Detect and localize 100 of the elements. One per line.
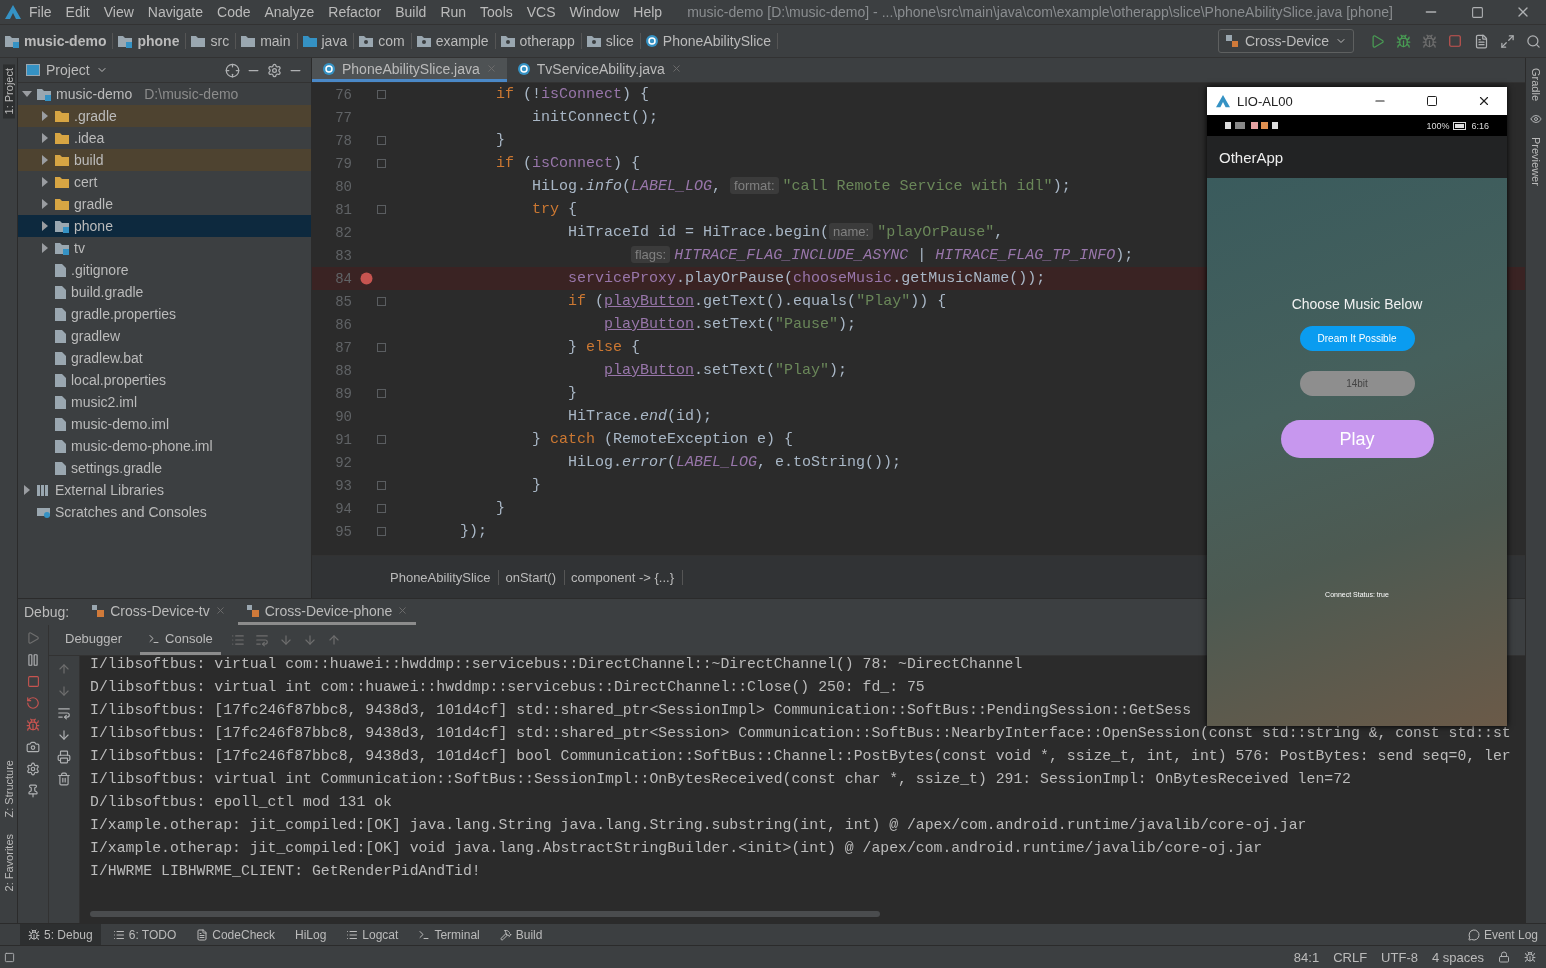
breadcrumb[interactable]: slice [585, 33, 641, 49]
tree-item[interactable]: music-demo D:\music-demo [18, 83, 311, 105]
menu-item[interactable]: Navigate [140, 4, 211, 20]
tool-window-tab[interactable]: 2: Favorites [2, 829, 15, 895]
menu-item[interactable]: VCS [519, 4, 563, 20]
rerun-icon[interactable] [26, 696, 40, 710]
tree-item[interactable]: build.gradle [18, 281, 311, 303]
up-icon[interactable] [57, 662, 71, 676]
status-item[interactable]: 4 spaces [1431, 949, 1484, 965]
tree-item[interactable]: .gitignore [18, 259, 311, 281]
tree-item[interactable]: music-demo-phone.iml [18, 435, 311, 457]
menu-item[interactable]: Analyze [257, 4, 322, 20]
panel-title[interactable]: Project [46, 62, 90, 78]
tool-window-tab[interactable]: 1: Project [2, 64, 15, 119]
search-icon[interactable] [1525, 33, 1541, 49]
tool-window-button[interactable]: Build [491, 924, 551, 945]
camera-icon[interactable] [26, 740, 40, 754]
scrollbar[interactable] [90, 911, 880, 917]
tree-item[interactable]: .gradle [18, 105, 311, 127]
menu-item[interactable]: Build [388, 4, 434, 20]
menu-icon[interactable] [230, 633, 245, 647]
editor-tab[interactable]: TvServiceAbility.java [506, 58, 692, 82]
pause-icon[interactable] [26, 653, 40, 667]
status-item[interactable]: 84:1 [1293, 949, 1320, 965]
code-breadcrumb[interactable]: component -> {...} [571, 569, 683, 585]
debug-subtab[interactable]: Debugger [57, 625, 131, 655]
code-breadcrumb[interactable]: onStart() [505, 569, 566, 585]
fold-icon[interactable] [377, 205, 386, 214]
run-icon[interactable] [1369, 33, 1385, 49]
expand-arrow-icon[interactable] [22, 485, 32, 495]
fold-icon[interactable] [377, 435, 386, 444]
tool-window-button[interactable]: 5: Debug [20, 924, 101, 945]
tree-item[interactable]: External Libraries [18, 479, 311, 501]
tool-window-tab[interactable]: Gradle [1530, 64, 1542, 106]
menu-item[interactable]: Window [562, 4, 627, 20]
debug-session-tab[interactable]: Cross-Device-phone [237, 599, 417, 625]
fold-icon[interactable] [377, 136, 386, 145]
menu-item[interactable]: Run [433, 4, 474, 20]
tool-window-button[interactable]: Terminal [410, 924, 488, 945]
tree-item[interactable]: build [18, 149, 311, 171]
tree-item[interactable]: music2.iml [18, 391, 311, 413]
fold-icon[interactable] [377, 159, 386, 168]
breadcrumb[interactable]: PhoneAbilitySlice [644, 33, 779, 49]
soft-wrap-icon[interactable] [57, 706, 71, 720]
breadcrumb[interactable]: music-demo [4, 33, 114, 49]
editor-tab[interactable]: PhoneAbilitySlice.java [312, 58, 507, 82]
expand-arrow-icon[interactable] [40, 111, 50, 121]
fold-icon[interactable] [377, 343, 386, 352]
run-configuration-dropdown[interactable]: Cross-Device [1218, 29, 1354, 53]
breadcrumb[interactable]: java [301, 33, 355, 49]
debug-icon[interactable] [1395, 33, 1411, 49]
expand-arrow-icon[interactable] [40, 133, 50, 143]
code-breadcrumb[interactable]: PhoneAbilitySlice [390, 569, 500, 585]
event-log-button[interactable]: Event Log [1459, 924, 1546, 945]
tree-item[interactable]: .idea [18, 127, 311, 149]
breadcrumb[interactable]: example [415, 33, 496, 49]
tool-window-tab[interactable]: Z: Structure [2, 756, 15, 822]
tree-item[interactable]: gradle [18, 193, 311, 215]
lock-icon[interactable] [1498, 951, 1510, 963]
fold-icon[interactable] [377, 504, 386, 513]
stop-icon[interactable] [26, 675, 40, 688]
menu-item[interactable]: Help [626, 4, 670, 20]
locate-icon[interactable] [225, 62, 240, 78]
tree-item[interactable]: music-demo.iml [18, 413, 311, 435]
breadcrumb[interactable]: phone [117, 33, 187, 49]
fold-icon[interactable] [377, 90, 386, 99]
menu-item[interactable]: Refactor [321, 4, 389, 20]
settings-icon[interactable] [26, 762, 40, 776]
stop-icon[interactable] [1448, 34, 1462, 48]
tool-window-button[interactable]: 6: TODO [104, 924, 185, 945]
breadcrumb[interactable]: src [190, 33, 237, 49]
status-item[interactable]: CRLF [1333, 949, 1368, 965]
breadcrumb[interactable]: main [240, 33, 298, 49]
expand-arrow-icon[interactable] [40, 243, 50, 253]
pin-icon[interactable] [26, 784, 40, 798]
menu-item[interactable]: Edit [58, 4, 97, 20]
tree-item[interactable]: cert [18, 171, 311, 193]
expand-arrow-icon[interactable] [22, 89, 32, 99]
expand-arrow-icon[interactable] [40, 221, 50, 231]
menu-item[interactable]: Tools [473, 4, 520, 20]
tool-window-tab[interactable]: Previewer [1530, 133, 1542, 190]
eye-icon[interactable] [1530, 113, 1542, 126]
tree-item[interactable]: gradlew [18, 325, 311, 347]
tree-item[interactable]: gradle.properties [18, 303, 311, 325]
menu-item[interactable]: File [22, 4, 59, 20]
tree-item[interactable]: gradlew.bat [18, 347, 311, 369]
tree-item[interactable]: local.properties [18, 369, 311, 391]
breakpoint-icon[interactable] [360, 272, 373, 285]
maximize-icon[interactable] [1426, 95, 1438, 107]
fold-icon[interactable] [377, 389, 386, 398]
print-icon[interactable] [57, 750, 71, 764]
expand-arrow-icon[interactable] [40, 155, 50, 165]
menu-item[interactable]: View [96, 4, 141, 20]
menu-item[interactable]: Code [210, 4, 258, 20]
close-icon[interactable] [1477, 94, 1491, 108]
expand-arrow-icon[interactable] [40, 177, 50, 187]
debug-session-tab[interactable]: Cross-Device-tv [83, 599, 234, 625]
fold-icon[interactable] [377, 527, 386, 536]
clear-icon[interactable] [57, 772, 71, 786]
breadcrumb[interactable]: otherapp [499, 33, 582, 49]
